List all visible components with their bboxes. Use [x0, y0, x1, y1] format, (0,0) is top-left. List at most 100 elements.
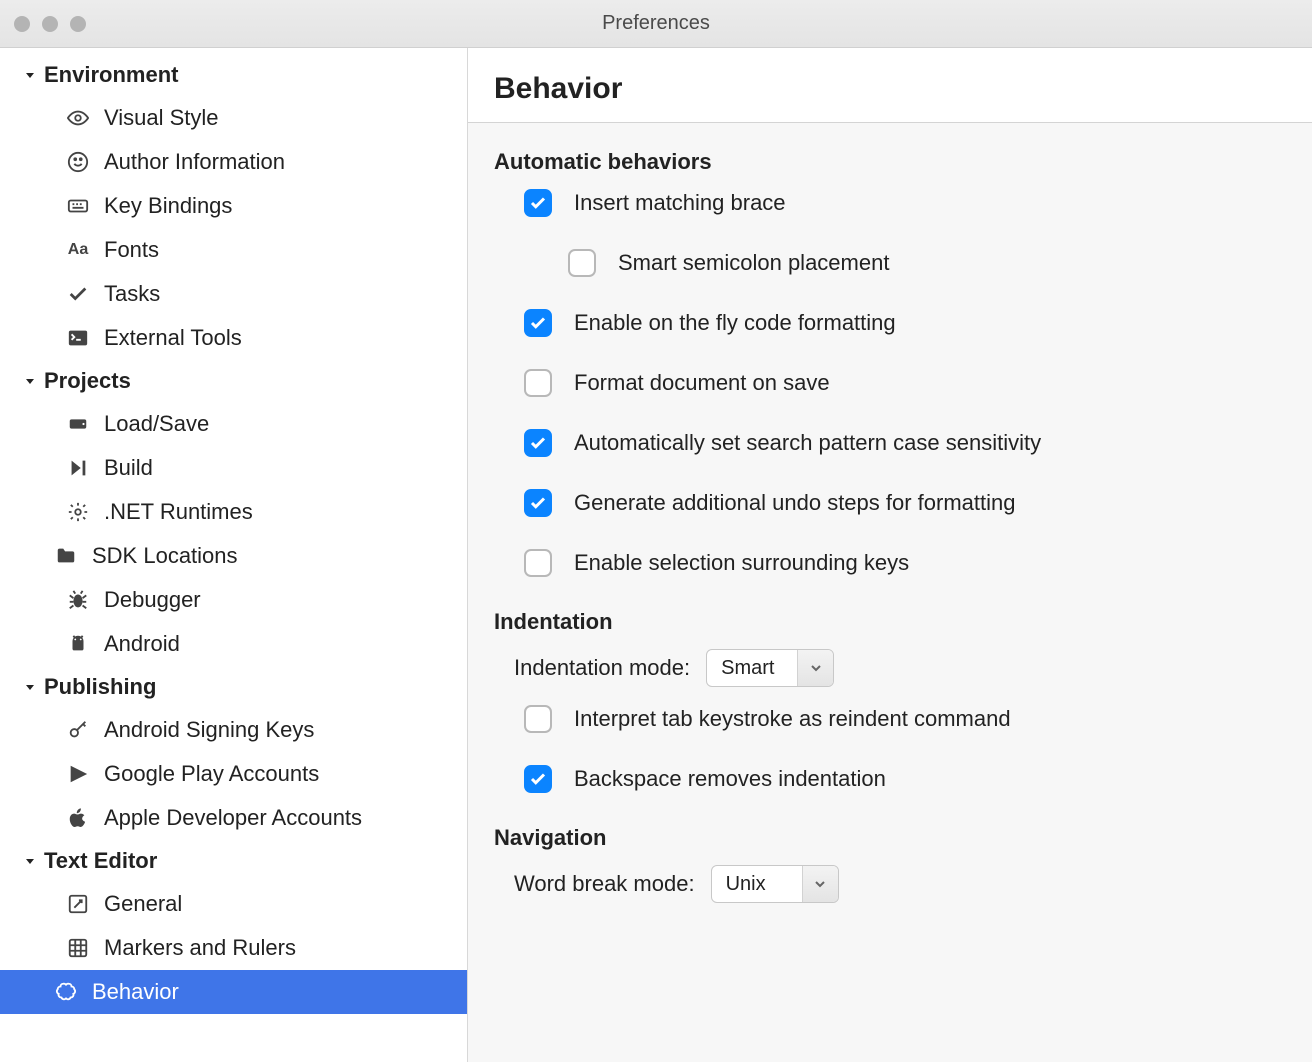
- word-break-label: Word break mode:: [514, 871, 695, 897]
- sidebar-item-label: Android Signing Keys: [104, 717, 314, 743]
- sidebar-item-behavior[interactable]: Behavior: [0, 970, 467, 1014]
- sidebar-item-author-information[interactable]: Author Information: [0, 140, 467, 184]
- option-case-sensitivity[interactable]: Automatically set search pattern case se…: [524, 429, 1286, 457]
- sidebar-item-external-tools[interactable]: External Tools: [0, 316, 467, 360]
- sidebar-item-markers-and-rulers[interactable]: Markers and Rulers: [0, 926, 467, 970]
- brain-icon: [54, 980, 78, 1004]
- checkbox[interactable]: [524, 369, 552, 397]
- sidebar-item-load-save[interactable]: Load/Save: [0, 402, 467, 446]
- checkbox[interactable]: [524, 489, 552, 517]
- sidebar-item-label: Behavior: [92, 979, 179, 1005]
- smile-icon: [66, 150, 90, 174]
- sidebar-item-build[interactable]: Build: [0, 446, 467, 490]
- sidebar-item-sdk-locations[interactable]: SDK Locations: [0, 534, 467, 578]
- option-tab-reindent[interactable]: Interpret tab keystroke as reindent comm…: [524, 705, 1286, 733]
- window-title: Preferences: [0, 12, 1312, 35]
- window-controls: [14, 16, 86, 32]
- folder-icon: [54, 544, 78, 568]
- section-header-projects[interactable]: Projects: [0, 360, 467, 402]
- close-window-button[interactable]: [14, 16, 30, 32]
- content-header: Behavior: [468, 48, 1312, 123]
- sidebar-item--net-runtimes[interactable]: .NET Runtimes: [0, 490, 467, 534]
- key-icon: [66, 718, 90, 742]
- group-navigation-title: Navigation: [494, 825, 1286, 851]
- option-label: Smart semicolon placement: [618, 250, 889, 276]
- titlebar: Preferences: [0, 0, 1312, 48]
- sidebar-item-android[interactable]: Android: [0, 622, 467, 666]
- section-title: Text Editor: [44, 848, 157, 874]
- zoom-window-button[interactable]: [70, 16, 86, 32]
- option-insert-matching-brace[interactable]: Insert matching brace: [524, 189, 1286, 217]
- word-break-select[interactable]: Unix: [711, 865, 839, 903]
- keyboard-icon: [66, 194, 90, 218]
- sidebar-item-label: Markers and Rulers: [104, 935, 296, 961]
- sidebar-item-fonts[interactable]: Aa Fonts: [0, 228, 467, 272]
- check-icon: [66, 282, 90, 306]
- eye-icon: [66, 106, 90, 130]
- chevron-down-icon: [802, 866, 838, 902]
- checkbox[interactable]: [524, 189, 552, 217]
- option-label: Backspace removes indentation: [574, 766, 886, 792]
- option-label: Insert matching brace: [574, 190, 786, 216]
- sidebar-item-label: Load/Save: [104, 411, 209, 437]
- font-icon: Aa: [66, 238, 90, 262]
- option-label: Format document on save: [574, 370, 830, 396]
- section-header-environment[interactable]: Environment: [0, 54, 467, 96]
- content-panel: Behavior Automatic behaviors Insert matc…: [468, 48, 1312, 1062]
- select-value: Smart: [707, 650, 797, 686]
- word-break-row: Word break mode: Unix: [514, 865, 1286, 903]
- option-backspace-indent[interactable]: Backspace removes indentation: [524, 765, 1286, 793]
- checkbox[interactable]: [568, 249, 596, 277]
- sidebar-item-apple-developer-accounts[interactable]: Apple Developer Accounts: [0, 796, 467, 840]
- preferences-sidebar: Environment Visual Style Author Informatio…: [0, 48, 468, 1062]
- indentation-mode-select[interactable]: Smart: [706, 649, 834, 687]
- select-value: Unix: [712, 866, 802, 902]
- checkbox[interactable]: [524, 705, 552, 733]
- ruler-icon: [66, 936, 90, 960]
- play-icon: [66, 762, 90, 786]
- sidebar-item-visual-style[interactable]: Visual Style: [0, 96, 467, 140]
- checkbox[interactable]: [524, 765, 552, 793]
- sidebar-item-label: Author Information: [104, 149, 285, 175]
- sidebar-item-general[interactable]: General: [0, 882, 467, 926]
- indentation-mode-row: Indentation mode: Smart: [514, 649, 1286, 687]
- section-header-publishing[interactable]: Publishing: [0, 666, 467, 708]
- gear-icon: [66, 500, 90, 524]
- sidebar-item-label: Tasks: [104, 281, 160, 307]
- sidebar-item-tasks[interactable]: Tasks: [0, 272, 467, 316]
- option-surrounding-keys[interactable]: Enable selection surrounding keys: [524, 549, 1286, 577]
- disclosure-triangle-icon: [22, 69, 38, 81]
- option-fly-formatting[interactable]: Enable on the fly code formatting: [524, 309, 1286, 337]
- chevron-down-icon: [797, 650, 833, 686]
- sidebar-item-android-signing-keys[interactable]: Android Signing Keys: [0, 708, 467, 752]
- sidebar-item-label: SDK Locations: [92, 543, 238, 569]
- sidebar-item-label: Key Bindings: [104, 193, 232, 219]
- sidebar-item-label: Google Play Accounts: [104, 761, 319, 787]
- sidebar-item-label: Apple Developer Accounts: [104, 805, 362, 831]
- sidebar-item-label: Visual Style: [104, 105, 219, 131]
- option-label: Generate additional undo steps for forma…: [574, 490, 1016, 516]
- sidebar-item-debugger[interactable]: Debugger: [0, 578, 467, 622]
- option-label: Interpret tab keystroke as reindent comm…: [574, 706, 1011, 732]
- apple-icon: [66, 806, 90, 830]
- checkbox[interactable]: [524, 309, 552, 337]
- option-label: Enable on the fly code formatting: [574, 310, 896, 336]
- option-label: Enable selection surrounding keys: [574, 550, 909, 576]
- checkbox[interactable]: [524, 429, 552, 457]
- indentation-mode-label: Indentation mode:: [514, 655, 690, 681]
- option-smart-semicolon[interactable]: Smart semicolon placement: [568, 249, 1286, 277]
- disclosure-triangle-icon: [22, 375, 38, 387]
- checkbox[interactable]: [524, 549, 552, 577]
- option-undo-steps[interactable]: Generate additional undo steps for forma…: [524, 489, 1286, 517]
- group-indentation-title: Indentation: [494, 609, 1286, 635]
- minimize-window-button[interactable]: [42, 16, 58, 32]
- bug-icon: [66, 588, 90, 612]
- option-format-on-save[interactable]: Format document on save: [524, 369, 1286, 397]
- sidebar-item-label: General: [104, 891, 182, 917]
- sidebar-item-google-play-accounts[interactable]: Google Play Accounts: [0, 752, 467, 796]
- sidebar-item-key-bindings[interactable]: Key Bindings: [0, 184, 467, 228]
- sidebar-item-label: Fonts: [104, 237, 159, 263]
- section-header-text-editor[interactable]: Text Editor: [0, 840, 467, 882]
- drive-icon: [66, 412, 90, 436]
- terminal-icon: [66, 326, 90, 350]
